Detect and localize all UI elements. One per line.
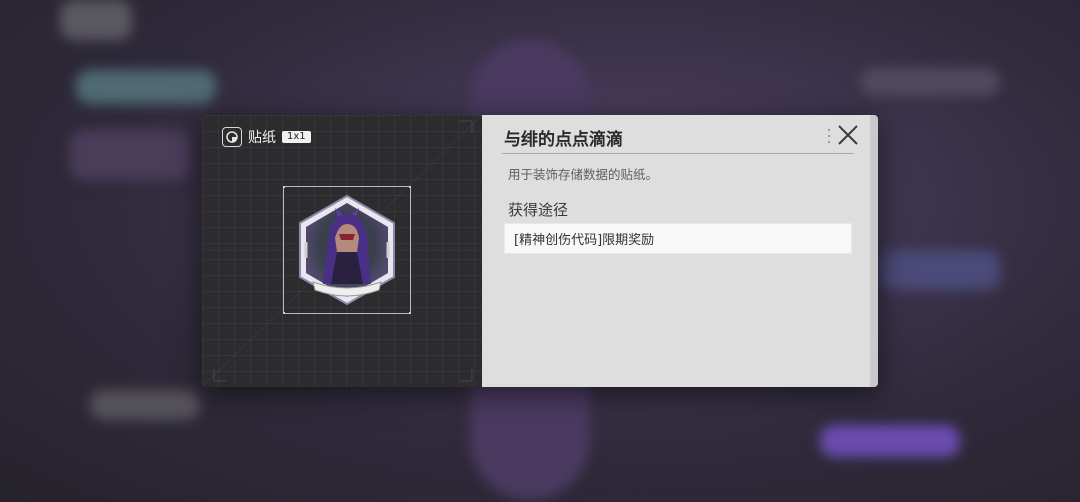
item-description: 用于装饰存储数据的贴纸。 bbox=[508, 167, 659, 182]
bg-panel-left-highlight bbox=[76, 70, 216, 104]
bg-panel-right-text bbox=[860, 68, 1000, 96]
bg-panel-left-card bbox=[70, 130, 190, 180]
close-button[interactable] bbox=[836, 123, 860, 147]
item-size-badge: 1x1 bbox=[282, 131, 311, 143]
item-info-panel: 与绯的点点滴滴 用于装饰存储数据的贴纸。 获得途径 [精神创伤代码]限期奖励 bbox=[482, 115, 870, 387]
item-type-label: 贴纸 bbox=[248, 130, 276, 146]
hooded-figure-sticker bbox=[299, 194, 395, 306]
item-type-row: 贴纸 1x1 bbox=[222, 126, 311, 148]
sticker-icon bbox=[222, 127, 242, 147]
bg-panel-right-button bbox=[820, 425, 960, 457]
drag-handle-dots bbox=[827, 127, 831, 145]
sticker-selection-frame bbox=[283, 186, 411, 314]
bg-panel-left-row bbox=[90, 390, 200, 420]
item-detail-dialog: 贴纸 1x1 与绯的点点滴滴 用于装饰存储数据的贴纸。 获得途径 [精神创伤代码… bbox=[202, 115, 878, 387]
close-icon bbox=[838, 125, 858, 145]
item-preview-panel: 贴纸 1x1 bbox=[202, 115, 482, 387]
acquire-source-entry[interactable]: [精神创伤代码]限期奖励 bbox=[504, 223, 852, 254]
acquire-heading: 获得途径 bbox=[508, 201, 569, 219]
bg-panel-left-top bbox=[60, 0, 132, 40]
dialog-edge-strip bbox=[870, 115, 878, 387]
bg-panel-right-list bbox=[880, 250, 1000, 290]
title-divider bbox=[502, 153, 854, 154]
item-title: 与绯的点点滴滴 bbox=[504, 130, 623, 150]
acquire-source-label: [精神创伤代码]限期奖励 bbox=[514, 233, 655, 248]
